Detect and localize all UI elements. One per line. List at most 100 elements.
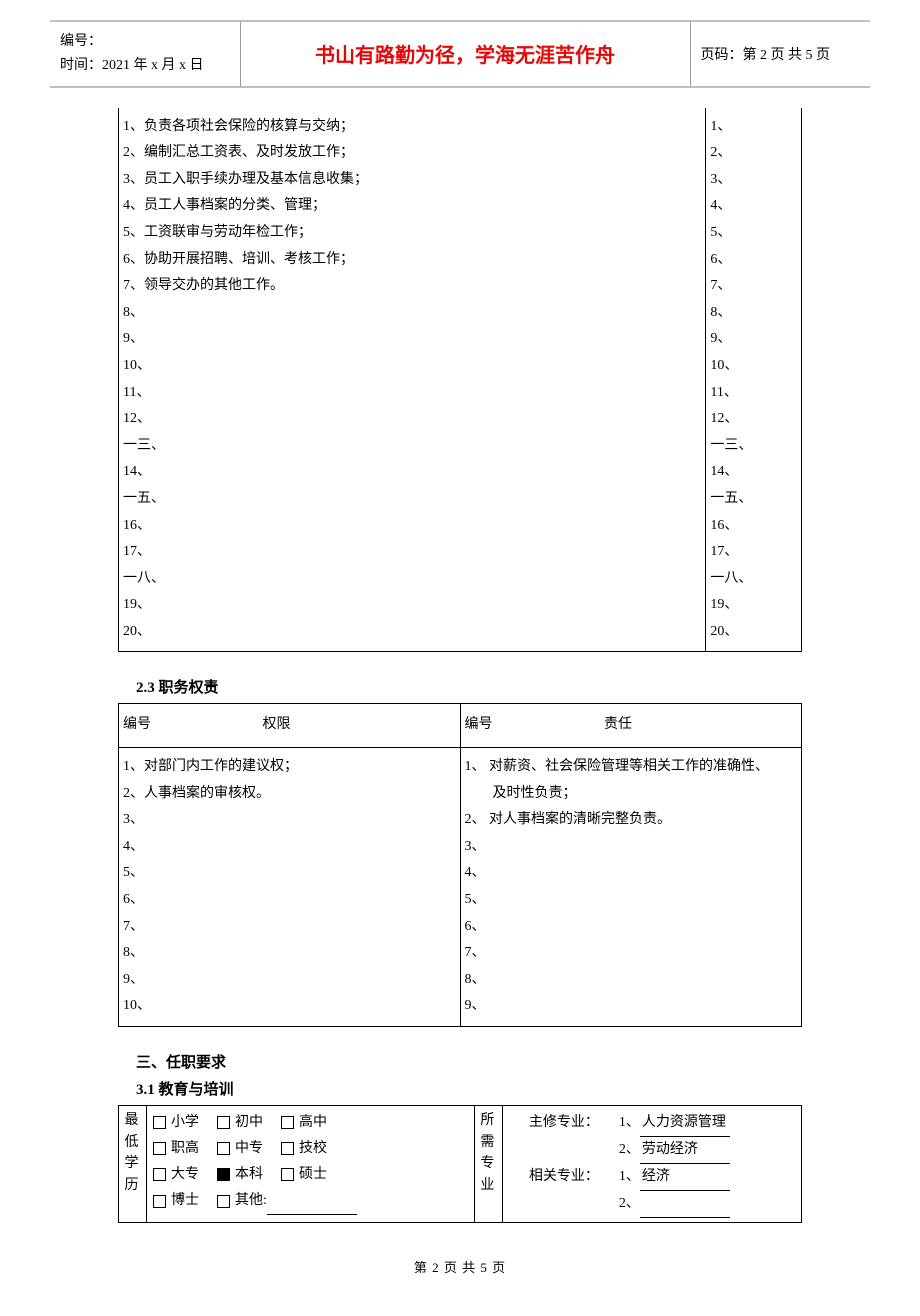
duty-line: 4、员工人事档案的分类、管理； xyxy=(123,193,701,220)
duty-line: 9、 xyxy=(123,326,701,353)
duty-line: 2、编制汇总工资表、及时发放工作； xyxy=(123,140,701,167)
duty-line: 11、 xyxy=(123,380,701,407)
checkbox-label: 硕士 xyxy=(299,1162,327,1188)
edu-right-label: 所需专业 xyxy=(474,1106,502,1223)
duty-line: 12、 xyxy=(123,406,701,433)
checkbox-icon xyxy=(217,1195,230,1208)
checkbox-icon xyxy=(153,1116,166,1129)
duty-line: 8、 xyxy=(123,300,701,327)
checkbox-tech-school[interactable]: 技校 xyxy=(281,1136,327,1162)
header-page-label: 页码：第 2 页 共 5 页 xyxy=(690,21,870,87)
duty-num: 1、 xyxy=(710,114,797,141)
auth-right-line: 4、 xyxy=(465,860,798,887)
checkbox-bachelor[interactable]: 本科 xyxy=(217,1162,263,1188)
auth-right-line: 9、 xyxy=(465,993,798,1020)
checkbox-icon xyxy=(217,1168,230,1181)
related-value-2: 2、 xyxy=(619,1191,795,1218)
edu-left-label-text: 最低学历 xyxy=(121,1110,144,1197)
auth-right-line: 7、 xyxy=(465,940,798,967)
duty-line: 1、负责各项社会保险的核算与交纳； xyxy=(123,114,701,141)
duty-num: 6、 xyxy=(710,247,797,274)
checkbox-label: 其他: xyxy=(235,1188,267,1214)
duty-num: 5、 xyxy=(710,220,797,247)
checkbox-tech-secondary[interactable]: 中专 xyxy=(217,1136,263,1162)
edu-right-label-text: 所需专业 xyxy=(477,1110,500,1197)
checkbox-associate[interactable]: 大专 xyxy=(153,1162,199,1188)
checkbox-icon xyxy=(153,1168,166,1181)
duty-num: 一三、 xyxy=(710,433,797,460)
section-3-1-heading: 3.1 教育与培训 xyxy=(136,1078,802,1099)
checkbox-icon xyxy=(217,1142,230,1155)
auth-right-line: 6、 xyxy=(465,914,798,941)
duty-num: 20、 xyxy=(710,619,797,646)
duty-num: 一五、 xyxy=(710,486,797,513)
checkbox-label: 初中 xyxy=(235,1110,263,1136)
duty-line: 16、 xyxy=(123,513,701,540)
auth-right-line: 3、 xyxy=(465,834,798,861)
checkbox-icon xyxy=(217,1116,230,1129)
auth-right-line: 2、 对人事档案的清晰完整负责。 xyxy=(465,807,798,834)
checkbox-label: 职高 xyxy=(171,1136,199,1162)
other-input-line[interactable] xyxy=(267,1188,357,1215)
auth-left-line: 1、对部门内工作的建议权； xyxy=(123,754,456,781)
edu-row-4: 博士 其他: xyxy=(153,1188,468,1215)
edu-left-label: 最低学历 xyxy=(119,1106,147,1223)
duty-line: 10、 xyxy=(123,353,701,380)
major-value-1: 1、人力资源管理 xyxy=(619,1110,795,1137)
header-id-line: 编号： xyxy=(60,30,230,54)
duty-num: 17、 xyxy=(710,539,797,566)
duty-num: 一八、 xyxy=(710,566,797,593)
auth-left-line: 9、 xyxy=(123,967,456,994)
header-id-cell: 编号： 时间：2021 年 x 月 x 日 xyxy=(50,21,240,87)
auth-hdr-col2: 责任 xyxy=(528,712,708,739)
duty-num: 12、 xyxy=(710,406,797,433)
checkbox-label: 小学 xyxy=(171,1110,199,1136)
auth-header-left: 编号 权限 xyxy=(119,704,461,748)
duty-num: 11、 xyxy=(710,380,797,407)
auth-left-body: 1、对部门内工作的建议权； 2、人事档案的审核权。 3、 4、 5、 6、 7、… xyxy=(119,748,461,1027)
header-title: 书山有路勤为径，学海无涯苦作舟 xyxy=(240,21,690,87)
checkbox-label: 本科 xyxy=(235,1162,263,1188)
checkbox-label: 高中 xyxy=(299,1110,327,1136)
duties-table: 1、负责各项社会保险的核算与交纳； 2、编制汇总工资表、及时发放工作； 3、员工… xyxy=(118,108,802,653)
duty-line: 一五、 xyxy=(123,486,701,513)
checkbox-other[interactable]: 其他: xyxy=(217,1188,357,1215)
related-field[interactable] xyxy=(640,1191,730,1218)
edu-row-1: 小学 初中 高中 xyxy=(153,1110,468,1136)
auth-right-line: 及时性负责； xyxy=(465,781,798,808)
checkbox-primary[interactable]: 小学 xyxy=(153,1110,199,1136)
related-field: 经济 xyxy=(640,1164,730,1191)
duty-num: 3、 xyxy=(710,167,797,194)
auth-right-line: 1、 对薪资、社会保险管理等相关工作的准确性、 xyxy=(465,754,798,781)
major-field: 人力资源管理 xyxy=(640,1110,730,1137)
auth-left-line: 6、 xyxy=(123,887,456,914)
checkbox-icon xyxy=(281,1116,294,1129)
auth-left-line: 8、 xyxy=(123,940,456,967)
checkbox-vocational-high[interactable]: 职高 xyxy=(153,1136,199,1162)
checkbox-senior[interactable]: 高中 xyxy=(281,1110,327,1136)
header-time-line: 时间：2021 年 x 月 x 日 xyxy=(60,54,230,78)
duties-left-column: 1、负责各项社会保险的核算与交纳； 2、编制汇总工资表、及时发放工作； 3、员工… xyxy=(119,108,706,652)
checkbox-label: 中专 xyxy=(235,1136,263,1162)
checkbox-master[interactable]: 硕士 xyxy=(281,1162,327,1188)
duty-num: 8、 xyxy=(710,300,797,327)
duty-line: 19、 xyxy=(123,592,701,619)
checkbox-phd[interactable]: 博士 xyxy=(153,1188,199,1215)
section-2-3-heading: 2.3 职务权责 xyxy=(136,676,802,697)
duty-line: 一八、 xyxy=(123,566,701,593)
major-value-2: 2、劳动经济 xyxy=(619,1137,795,1164)
checkbox-junior[interactable]: 初中 xyxy=(217,1110,263,1136)
duty-num: 9、 xyxy=(710,326,797,353)
checkbox-icon xyxy=(153,1142,166,1155)
edu-major-area: 主修专业： 1、人力资源管理 2、劳动经济 相关专业： 1、经济 2、 xyxy=(502,1106,801,1223)
major-field: 劳动经济 xyxy=(640,1137,730,1164)
duty-num: 4、 xyxy=(710,193,797,220)
auth-left-line: 5、 xyxy=(123,860,456,887)
duty-line: 20、 xyxy=(123,619,701,646)
section-3-heading: 三、任职要求 xyxy=(136,1051,802,1072)
checkbox-icon xyxy=(153,1195,166,1208)
authority-table: 编号 权限 编号 责任 1、对部门内工作的建议权； 2、人事档案的审核权。 3、… xyxy=(118,703,802,1027)
duty-line: 17、 xyxy=(123,539,701,566)
checkbox-label: 大专 xyxy=(171,1162,199,1188)
auth-hdr-num2: 编号 xyxy=(465,712,525,739)
